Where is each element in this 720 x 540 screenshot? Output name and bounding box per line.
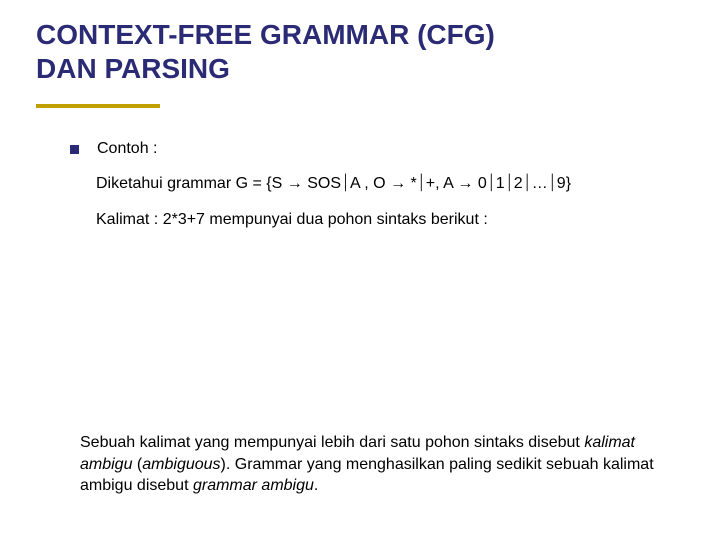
bar-icon: ⏐	[548, 175, 557, 192]
g-star: *	[406, 175, 417, 192]
g-a: A , O	[350, 175, 390, 192]
grammar-line: Diketahui grammar G = {S → SOS⏐A , O → *…	[96, 172, 680, 196]
bullet-row: Contoh :	[70, 140, 680, 158]
g-plus: +, A	[426, 175, 458, 192]
bullet-icon	[70, 145, 79, 154]
footer-text-1: Sebuah kalimat yang mempunyai lebih dari…	[80, 434, 584, 451]
title-underline	[36, 104, 160, 108]
slide-title: CONTEXT-FREE GRAMMAR (CFG) DAN PARSING	[36, 18, 676, 85]
slide-body: Contoh : Diketahui grammar G = {S → SOS⏐…	[70, 140, 680, 232]
g-2: 2	[514, 175, 523, 192]
title-line-2: DAN PARSING	[36, 52, 676, 86]
footer-italic-2: ambiguous	[142, 456, 220, 473]
arrow-icon: →	[287, 175, 303, 192]
title-line-1: CONTEXT-FREE GRAMMAR (CFG)	[36, 18, 676, 52]
bar-icon: ⏐	[487, 175, 496, 192]
bullet-label: Contoh :	[97, 140, 157, 158]
arrow-icon: →	[390, 175, 406, 192]
arrow-icon: →	[457, 175, 473, 192]
bar-icon: ⏐	[523, 175, 532, 192]
footer-text-4: .	[314, 477, 318, 494]
g-dots: …	[532, 175, 548, 192]
footer-text-2: (	[132, 456, 142, 473]
kalimat-line: Kalimat : 2*3+7 mempunyai dua pohon sint…	[96, 208, 680, 232]
bar-icon: ⏐	[341, 175, 350, 192]
bar-icon: ⏐	[505, 175, 514, 192]
footer-paragraph: Sebuah kalimat yang mempunyai lebih dari…	[80, 432, 670, 497]
grammar-prefix: Diketahui grammar G = {S	[96, 175, 287, 192]
g-9: 9}	[557, 175, 571, 192]
footer-italic-3: grammar ambigu	[193, 477, 314, 494]
g-sos: SOS	[303, 175, 341, 192]
g-1: 1	[496, 175, 505, 192]
bar-icon: ⏐	[417, 175, 426, 192]
slide: CONTEXT-FREE GRAMMAR (CFG) DAN PARSING C…	[0, 0, 720, 540]
g-0: 0	[473, 175, 486, 192]
